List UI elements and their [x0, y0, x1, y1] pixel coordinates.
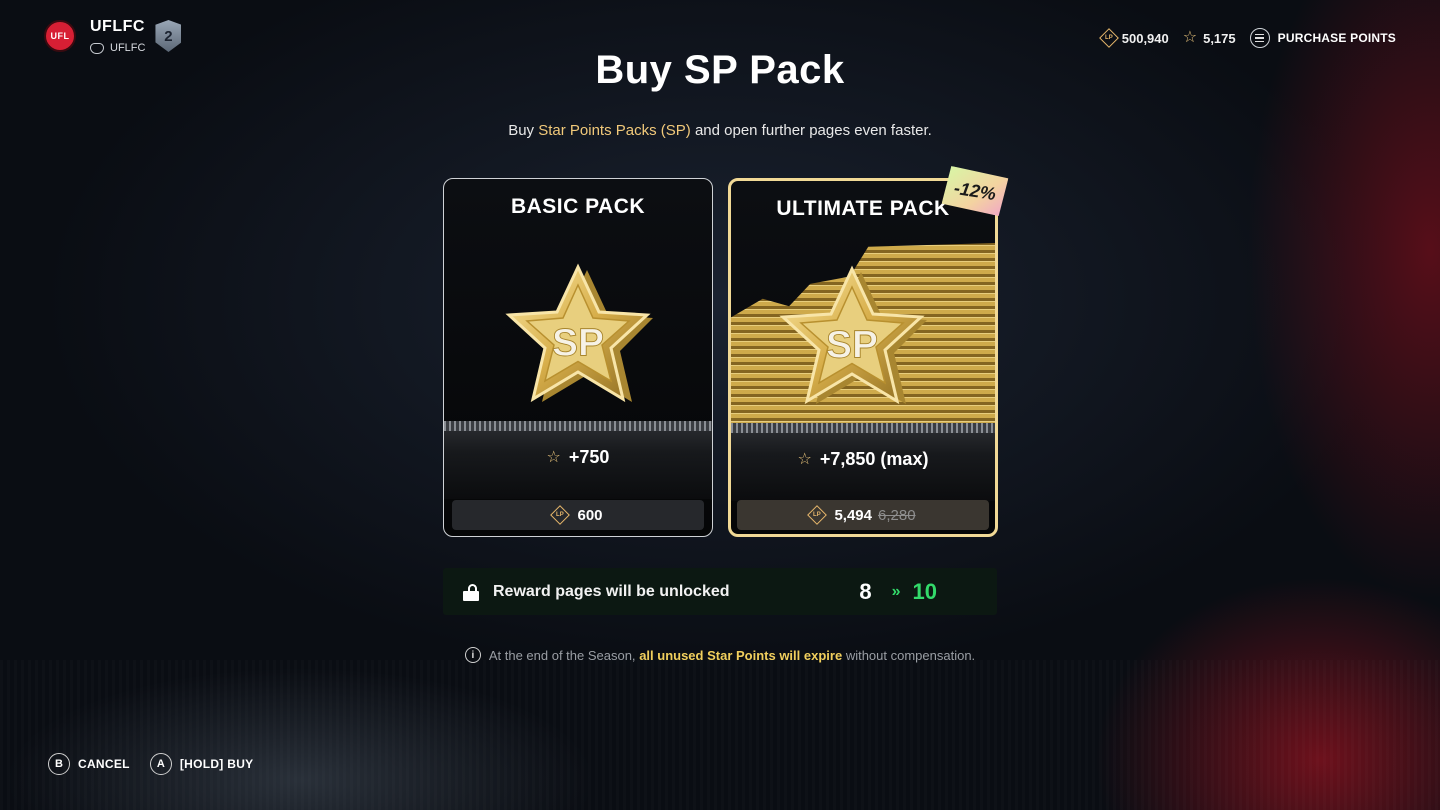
purchase-points-button[interactable]: PURCHASE POINTS [1249, 28, 1396, 48]
pack-reward-value: +750 [568, 447, 610, 467]
profile-name: UFLFC [90, 18, 145, 35]
subtitle-highlight: Star Points Packs (SP) [538, 122, 691, 139]
a-button-icon: A [149, 753, 172, 775]
double-chevron-right-icon: » [891, 582, 901, 600]
pack-reward: ☆ +750 [444, 447, 712, 468]
star-points-icon: ☆ [797, 450, 812, 468]
pack-title: BASIC PACK [510, 195, 646, 218]
info-icon: i [464, 647, 481, 663]
pack-price: LP 5,494 6,280 [737, 500, 989, 530]
ufl-points-icon: LP [807, 505, 828, 525]
expiry-info: i At the end of the Season, all unused S… [0, 647, 1440, 663]
sp-star-icon: SP [779, 265, 928, 405]
subtitle-pre: Buy [508, 122, 539, 139]
info-highlight: all unused Star Points will expire [639, 647, 843, 663]
purchase-points-label: PURCHASE POINTS [1277, 31, 1396, 45]
menu-icon [1249, 28, 1270, 48]
sp-star-icon: SP [505, 263, 653, 403]
page-title: Buy SP Pack [595, 48, 845, 92]
ufl-points-icon: LP [1098, 28, 1119, 48]
reward-pages-from: 8 [859, 578, 872, 604]
buy-button[interactable]: A [HOLD] BUY [149, 753, 254, 775]
cancel-button[interactable]: B CANCEL [48, 753, 130, 775]
controller-hints: B CANCEL A [HOLD] BUY [48, 753, 273, 775]
floor-reflection [0, 660, 1440, 810]
ultimate-pack-card[interactable]: ULTIMATE PACK SP ☆ +7,850 (max) LP 5,494… [728, 178, 998, 537]
info-post: without compensation. [845, 647, 976, 663]
star-points: ☆ 5,175 [1183, 30, 1236, 46]
ufl-points: LP 500,940 [1098, 28, 1169, 48]
info-pre: At the end of the Season, [488, 647, 636, 663]
svg-text:SP: SP [826, 324, 878, 367]
subtitle-post: and open further pages even faster. [690, 122, 932, 139]
cancel-label: CANCEL [78, 757, 130, 771]
pack-reward-value: +7,850 (max) [819, 449, 929, 469]
star-points-icon: ☆ [546, 448, 561, 466]
reward-pages-bar: Reward pages will be unlocked 8 » 10 [443, 568, 997, 615]
pack-price-value: 600 [577, 506, 603, 524]
reward-pages-label: Reward pages will be unlocked [493, 582, 730, 600]
reward-pages-to: 10 [912, 578, 937, 604]
currency-bar: LP 500,940 ☆ 5,175 PURCHASE POINTS [1088, 28, 1396, 48]
star-points-value: 5,175 [1203, 30, 1236, 46]
buy-label: [HOLD] BUY [179, 757, 254, 771]
pack-reward: ☆ +7,850 (max) [731, 449, 995, 470]
ufl-points-icon: LP [550, 505, 571, 525]
star-points-icon: ☆ [1182, 29, 1198, 46]
lock-open-icon [463, 583, 479, 601]
svg-text:SP: SP [552, 322, 604, 365]
b-button-icon: B [48, 753, 70, 775]
ufl-points-value: 500,940 [1121, 30, 1169, 46]
pack-price-value: 5,494 [834, 506, 872, 524]
page-subtitle: Buy Star Points Packs (SP) and open furt… [0, 122, 1440, 139]
basic-pack-card[interactable]: BASIC PACK SP ☆ +750 LP 600 [443, 178, 713, 537]
pack-price: LP 600 [452, 500, 704, 530]
pack-old-price: 6,280 [878, 506, 916, 524]
